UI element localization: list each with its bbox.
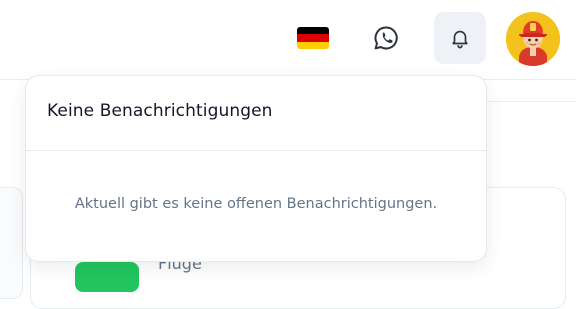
whatsapp-icon[interactable] xyxy=(372,24,400,52)
background-divider xyxy=(486,101,576,102)
notifications-empty-message: Aktuell gibt es keine offenen Benachrich… xyxy=(74,196,438,212)
background-side-panel xyxy=(0,187,23,299)
german-flag-icon[interactable] xyxy=(297,27,329,49)
user-avatar[interactable] xyxy=(506,12,560,66)
notifications-button[interactable] xyxy=(434,12,486,64)
status-badge xyxy=(75,262,139,292)
notifications-divider xyxy=(26,150,486,151)
top-header-bar xyxy=(0,0,576,80)
bell-icon xyxy=(452,30,468,49)
notifications-title: Keine Benachrichtigungen xyxy=(47,101,273,121)
notifications-dropdown: Keine Benachrichtigungen Aktuell gibt es… xyxy=(25,75,487,262)
